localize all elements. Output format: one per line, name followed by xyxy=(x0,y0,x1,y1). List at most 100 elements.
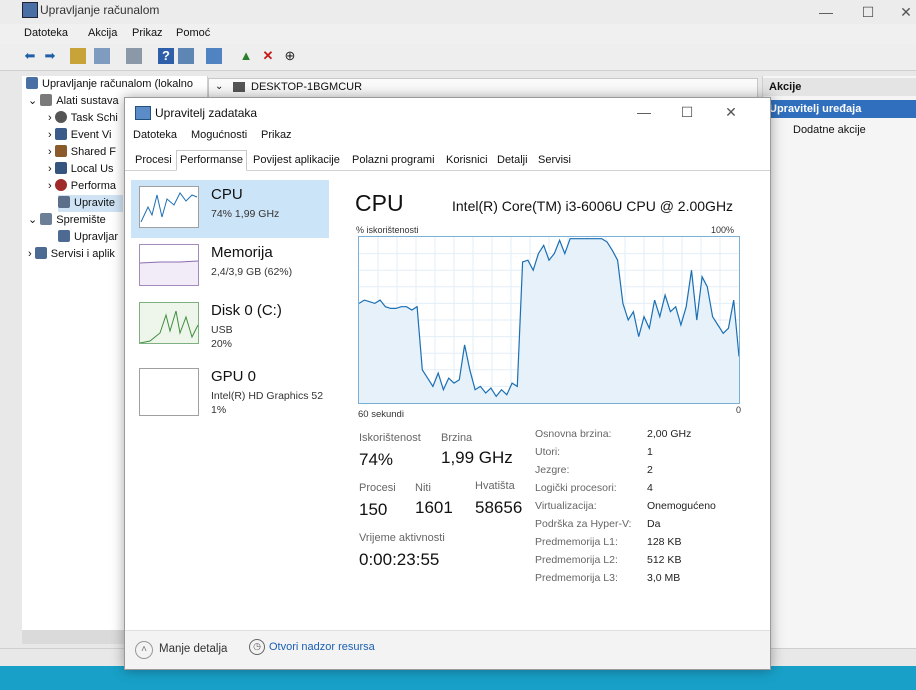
processes-label: Procesi xyxy=(359,482,396,494)
cm-maximize-button[interactable]: ☐ xyxy=(854,2,882,22)
show-hide-tree-icon[interactable] xyxy=(94,48,110,64)
actions-more[interactable]: Dodatne akcije xyxy=(793,124,866,136)
tree-label: Servisi i aplik xyxy=(50,248,115,260)
cm-close-button[interactable]: ✕ xyxy=(892,2,916,22)
back-arrow-icon[interactable]: ⬅ xyxy=(22,48,38,64)
cm-address-bar[interactable]: ⌄ DESKTOP-1BGMCUR xyxy=(208,78,758,98)
tree-item-local-users[interactable]: › Local Us xyxy=(48,161,114,178)
tree-label: Performa xyxy=(70,180,116,192)
computer-management-app-icon xyxy=(22,2,38,18)
tree-label: Alati sustava xyxy=(56,95,119,107)
uptime-value: 0:00:23:55 xyxy=(359,550,440,569)
cm-menu-file[interactable]: Datoteka xyxy=(24,27,68,39)
cm-menu-action[interactable]: Akcija xyxy=(88,27,117,39)
tm-menu-file[interactable]: Datoteka xyxy=(133,129,177,141)
perf-item-memory[interactable]: Memorija 2,4/3,9 GB (62%) xyxy=(131,238,329,296)
tab-startup[interactable]: Polazni programi xyxy=(348,150,439,171)
tree-item-device-manager[interactable]: Upravite xyxy=(58,195,123,212)
cpu-thumbnail-graph xyxy=(139,186,199,228)
cm-toolbar: ⬅ ➡ ? ▲ ✕ ⊕ xyxy=(0,44,916,71)
storage-icon xyxy=(40,213,53,225)
scan-hardware-icon[interactable]: ⊕ xyxy=(282,48,298,64)
perf-item-name: GPU 0 xyxy=(211,368,257,385)
help-icon[interactable]: ? xyxy=(158,48,174,64)
users-icon xyxy=(54,162,67,174)
tree-item-task-scheduler[interactable]: › Task Schi xyxy=(48,110,118,127)
cm-menu-help[interactable]: Pomoć xyxy=(176,27,210,39)
clock-icon xyxy=(54,111,67,123)
uninstall-icon[interactable]: ✕ xyxy=(260,48,276,64)
chevron-up-icon[interactable]: ˄ xyxy=(135,641,153,659)
chevron-down-icon[interactable]: ⌄ xyxy=(215,81,223,92)
tree-item-shared-folders[interactable]: › Shared F xyxy=(48,144,116,161)
properties-icon[interactable] xyxy=(126,48,142,64)
perf-item-sub2: 20% xyxy=(211,338,233,350)
actions-device-manager[interactable]: Upravitelj uređaja xyxy=(763,100,916,118)
disk-icon xyxy=(58,230,70,242)
tree-item-disk-management[interactable]: Upravljar xyxy=(58,229,118,246)
tree-item-event-viewer[interactable]: › Event Vi xyxy=(48,127,112,144)
gpu-thumbnail-graph xyxy=(139,368,199,416)
perf-item-disk[interactable]: Disk 0 (C:) USB 20% xyxy=(131,296,329,354)
tab-processes[interactable]: Procesi xyxy=(131,150,176,171)
fewer-details-button[interactable]: Manje detalja xyxy=(159,643,227,655)
tree-label: Upravite xyxy=(74,197,115,209)
cpu-specs: Osnovna brzina: 2,00 GHz Utori: 1 Jezgre… xyxy=(535,428,735,598)
cm-menu-view[interactable]: Prikaz xyxy=(132,27,163,39)
tab-details[interactable]: Detalji xyxy=(493,150,532,171)
graph-y-label: % iskorištenosti xyxy=(356,225,419,235)
cpu-usage-graph xyxy=(358,236,740,404)
tab-performance[interactable]: Performanse xyxy=(176,150,247,171)
tree-label: Task Schi xyxy=(70,112,118,124)
uptime-label: Vrijeme aktivnosti xyxy=(359,532,445,544)
tools-icon xyxy=(40,94,53,106)
graph-y-max: 100% xyxy=(711,225,735,235)
spec-key: Predmemorija L1: xyxy=(535,536,618,548)
resource-monitor-icon: ◷ xyxy=(249,639,265,655)
tab-services[interactable]: Servisi xyxy=(534,150,575,171)
cm-titlebar: Upravljanje računalom — ☐ ✕ xyxy=(0,0,916,24)
computer-management-icon xyxy=(26,77,38,89)
forward-arrow-icon[interactable]: ➡ xyxy=(42,48,58,64)
perf-item-gpu[interactable]: GPU 0 Intel(R) HD Graphics 52 1% xyxy=(131,362,329,420)
tree-item-performance[interactable]: › Performa xyxy=(48,178,116,195)
speed-label: Brzina xyxy=(441,432,473,444)
update-driver-icon[interactable]: ▲ xyxy=(238,48,254,64)
tree-label: Upravljanje računalom (lokalno xyxy=(42,78,194,90)
perf-item-sub2: 1% xyxy=(211,404,227,416)
cpu-model-name: Intel(R) Core(TM) i3-6006U CPU @ 2.00GHz xyxy=(452,198,734,214)
tm-close-button[interactable]: ✕ xyxy=(717,102,745,122)
up-folder-icon[interactable] xyxy=(70,48,86,64)
tab-users[interactable]: Korisnici xyxy=(442,150,492,171)
performance-resource-list: CPU 74% 1,99 GHz Memorija 2,4/3,9 GB (62… xyxy=(131,180,329,640)
tree-item-storage[interactable]: ⌄ Spremište xyxy=(28,212,106,229)
tab-app-history[interactable]: Povijest aplikacije xyxy=(249,150,344,171)
cm-minimize-button[interactable]: — xyxy=(812,2,840,22)
tree-label: Event Vi xyxy=(70,129,112,141)
utilization-value: 74% xyxy=(359,450,394,469)
perf-item-cpu[interactable]: CPU 74% 1,99 GHz xyxy=(131,180,329,238)
open-resource-monitor-link[interactable]: Otvori nadzor resursa xyxy=(269,641,375,653)
spec-val: 4 xyxy=(647,482,653,494)
cm-menubar: Datoteka Akcija Prikaz Pomoć xyxy=(0,24,916,44)
tm-menu-options[interactable]: Mogućnosti xyxy=(191,129,247,141)
tm-maximize-button[interactable]: ☐ xyxy=(673,102,701,122)
device-manager-icon xyxy=(58,196,70,208)
monitor-icon[interactable] xyxy=(206,48,222,64)
disk-thumbnail-svg xyxy=(140,310,198,343)
utilization-label: Iskorištenost xyxy=(359,432,421,444)
spec-val: 1 xyxy=(647,446,653,458)
processes-value: 150 xyxy=(359,500,388,519)
memory-thumbnail-graph xyxy=(139,244,199,286)
tree-item-services-apps[interactable]: › Servisi i aplik xyxy=(28,246,115,263)
view-icon[interactable] xyxy=(178,48,194,64)
spec-val: 512 KB xyxy=(647,554,682,566)
tm-minimize-button[interactable]: — xyxy=(630,102,658,122)
tree-item-computer-management[interactable]: Upravljanje računalom (lokalno xyxy=(26,76,193,93)
tree-label: Local Us xyxy=(70,163,114,175)
spec-val: 2 xyxy=(647,464,653,476)
tree-item-system-tools[interactable]: ⌄ Alati sustava xyxy=(28,93,119,110)
perf-item-sub: USB xyxy=(211,324,233,336)
tm-menu-view[interactable]: Prikaz xyxy=(261,129,292,141)
handles-value: 58656 xyxy=(475,498,523,517)
